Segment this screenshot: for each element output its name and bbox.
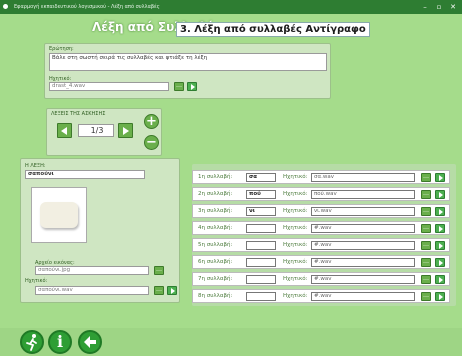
back-arrow-icon: [84, 336, 96, 348]
browse-audio-button[interactable]: …: [174, 82, 184, 91]
syllable-audio-field[interactable]: σα.wav: [311, 173, 415, 182]
syllable-label: 8η συλλαβή:: [198, 293, 233, 299]
syllable-row: 7η συλλαβή: Ηχητικό: #.wav …: [192, 272, 450, 286]
word-field[interactable]: σαπούνι: [25, 170, 145, 179]
question-label: Ερώτηση:: [49, 46, 74, 52]
bottom-toolbar: i: [0, 328, 462, 356]
question-text-field[interactable]: Βάλε στη σωστή σειρά τις συλλαβές και φτ…: [49, 53, 327, 71]
browse-syllable-audio-button[interactable]: …: [421, 275, 431, 284]
syllable-row: 1η συλλαβή: σα Ηχητικό: σα.wav …: [192, 170, 450, 184]
syllable-label: 1η συλλαβή:: [198, 174, 233, 180]
syllable-audio-label: Ηχητικό:: [283, 174, 308, 180]
play-icon[interactable]: [167, 286, 177, 295]
syllable-audio-field[interactable]: #.wav: [311, 258, 415, 267]
syllable-field[interactable]: νι: [246, 207, 276, 216]
play-icon[interactable]: [187, 82, 197, 91]
browse-syllable-audio-button[interactable]: …: [421, 207, 431, 216]
app-icon: [3, 4, 8, 9]
play-icon[interactable]: [435, 258, 445, 267]
syllable-audio-field[interactable]: νι.wav: [311, 207, 415, 216]
browse-syllable-audio-button[interactable]: …: [421, 224, 431, 233]
minimize-icon[interactable]: –: [418, 0, 432, 14]
syllable-label: 3η συλλαβή:: [198, 208, 233, 214]
syllable-row: 5η συλλαβή: Ηχητικό: #.wav …: [192, 238, 450, 252]
exercise-title-field[interactable]: 3. Λέξη από συλλαβές Αντίγραφο: [176, 22, 370, 37]
browse-image-button[interactable]: …: [154, 266, 164, 275]
syllable-audio-label: Ηχητικό:: [283, 208, 308, 214]
word-image: [31, 187, 87, 243]
words-navigation-panel: ΛΕΞΕΙΣ ΤΗΣ ΑΣΚΗΣΗΣ 1/3 + −: [46, 108, 162, 156]
syllable-audio-label: Ηχητικό:: [283, 242, 308, 248]
syllable-field[interactable]: πού: [246, 190, 276, 199]
question-panel: Ερώτηση: Βάλε στη σωστή σειρά τις συλλαβ…: [44, 43, 331, 99]
word-panel: Η ΛΕΞΗ: σαπούνι Αρχείο εικόνας: σαπούνι.…: [20, 158, 180, 303]
word-counter: 1/3: [78, 124, 114, 137]
syllable-audio-field[interactable]: #.wav: [311, 292, 415, 301]
syllable-audio-label: Ηχητικό:: [283, 259, 308, 265]
syllable-row: 3η συλλαβή: νι Ηχητικό: νι.wav …: [192, 204, 450, 218]
browse-syllable-audio-button[interactable]: …: [421, 258, 431, 267]
remove-word-button[interactable]: −: [144, 135, 159, 150]
browse-word-audio-button[interactable]: …: [154, 286, 164, 295]
window-titlebar: Εφαρμογή εκπαιδευτικού λογισμικού - Λέξη…: [0, 0, 462, 14]
word-audio-label: Ηχητικό:: [25, 278, 48, 284]
syllable-field[interactable]: [246, 224, 276, 233]
browse-syllable-audio-button[interactable]: …: [421, 190, 431, 199]
add-word-button[interactable]: +: [144, 114, 159, 129]
play-icon[interactable]: [435, 224, 445, 233]
syllable-row: 2η συλλαβή: πού Ηχητικό: πού.wav …: [192, 187, 450, 201]
back-button[interactable]: [78, 330, 102, 354]
syllable-audio-label: Ηχητικό:: [283, 191, 308, 197]
play-icon[interactable]: [435, 207, 445, 216]
browse-syllable-audio-button[interactable]: …: [421, 173, 431, 182]
play-icon[interactable]: [435, 241, 445, 250]
syllable-audio-field[interactable]: #.wav: [311, 224, 415, 233]
syllable-audio-label: Ηχητικό:: [283, 293, 308, 299]
exit-button[interactable]: [20, 330, 44, 354]
syllable-row: 8η συλλαβή: Ηχητικό: #.wav …: [192, 289, 450, 303]
previous-word-button[interactable]: [57, 123, 72, 138]
close-icon[interactable]: ✕: [446, 0, 460, 14]
syllable-field[interactable]: [246, 258, 276, 267]
syllable-audio-label: Ηχητικό:: [283, 276, 308, 282]
syllable-audio-field[interactable]: πού.wav: [311, 190, 415, 199]
syllable-field[interactable]: [246, 292, 276, 301]
syllable-label: 6η συλλαβή:: [198, 259, 233, 265]
play-icon[interactable]: [435, 173, 445, 182]
word-label: Η ΛΕΞΗ:: [25, 163, 46, 169]
window-title: Εφαρμογή εκπαιδευτικού λογισμικού - Λέξη…: [14, 4, 160, 10]
play-icon[interactable]: [435, 190, 445, 199]
play-icon[interactable]: [435, 275, 445, 284]
syllable-audio-field[interactable]: #.wav: [311, 241, 415, 250]
syllable-label: 2η συλλαβή:: [198, 191, 233, 197]
arrow-right-icon: [123, 127, 129, 135]
syllable-field[interactable]: [246, 241, 276, 250]
play-icon[interactable]: [435, 292, 445, 301]
image-file-field[interactable]: σαπούνι.jpg: [35, 266, 149, 275]
running-man-icon: [26, 334, 37, 351]
next-word-button[interactable]: [118, 123, 133, 138]
syllable-field[interactable]: [246, 275, 276, 284]
syllable-row: 6η συλλαβή: Ηχητικό: #.wav …: [192, 255, 450, 269]
syllable-label: 5η συλλαβή:: [198, 242, 233, 248]
syllable-audio-label: Ηχητικό:: [283, 225, 308, 231]
soap-image: [40, 202, 78, 228]
syllable-label: 7η συλλαβή:: [198, 276, 233, 282]
info-icon: i: [56, 332, 64, 351]
maximize-icon[interactable]: ▫: [432, 0, 446, 14]
browse-syllable-audio-button[interactable]: …: [421, 241, 431, 250]
browse-syllable-audio-button[interactable]: …: [421, 292, 431, 301]
page-header: Λέξη από Συλλαβές: 3. Λέξη από συλλαβές …: [0, 18, 462, 38]
syllable-audio-field[interactable]: #.wav: [311, 275, 415, 284]
info-button[interactable]: i: [48, 330, 72, 354]
syllable-label: 4η συλλαβή:: [198, 225, 233, 231]
syllable-row: 4η συλλαβή: Ηχητικό: #.wav …: [192, 221, 450, 235]
words-label: ΛΕΞΕΙΣ ΤΗΣ ΑΣΚΗΣΗΣ: [51, 111, 106, 117]
word-audio-field[interactable]: σαπούνι.wav: [35, 286, 149, 295]
arrow-left-icon: [61, 127, 67, 135]
question-audio-field[interactable]: drast_4.wav: [49, 82, 169, 91]
syllables-panel: 1η συλλαβή: σα Ηχητικό: σα.wav … 2η συλλ…: [192, 164, 456, 306]
syllable-field[interactable]: σα: [246, 173, 276, 182]
